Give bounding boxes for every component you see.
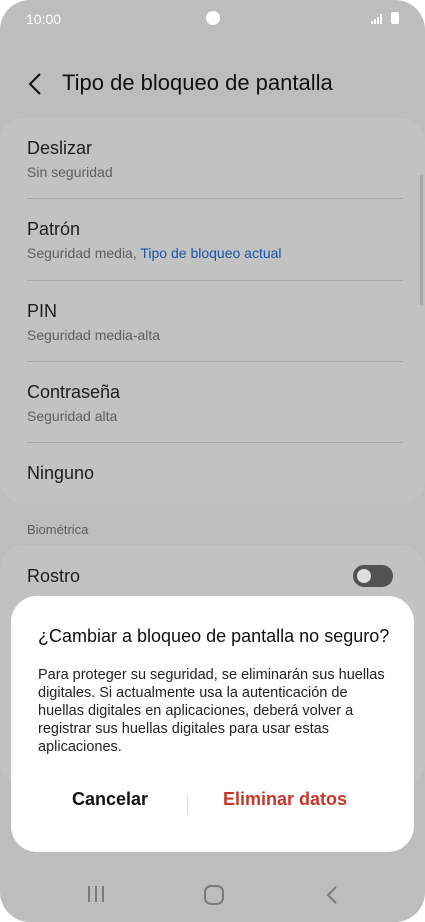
list-item-pin[interactable]: PIN Seguridad media-alta: [27, 281, 403, 361]
scrollbar[interactable]: [420, 175, 423, 305]
list-item-label: Deslizar: [27, 138, 93, 158]
toggle-knob: [357, 569, 371, 583]
status-time: 10:00: [26, 11, 62, 27]
app-header: Tipo de bloqueo de pantalla: [0, 62, 425, 106]
signal-icon: [371, 14, 382, 24]
lock-options-card: Deslizar Sin seguridad Patrón Seguridad …: [0, 118, 425, 504]
list-item-subtitle: Seguridad media, Tipo de bloqueo actual: [27, 245, 282, 261]
phone-screen: 10:00 Tipo de bloqueo de pantalla Desliz…: [0, 0, 425, 922]
current-lock-type-label: Tipo de bloqueo actual: [140, 245, 282, 261]
navigation-bar: [0, 860, 425, 922]
cancel-button[interactable]: Cancelar: [72, 789, 148, 810]
section-title-biometrics: Biométrica: [27, 522, 89, 537]
list-item-label: PIN: [27, 301, 58, 321]
list-item-subtitle: Seguridad media-alta: [27, 327, 161, 343]
dialog-title: ¿Cambiar a bloqueo de pantalla no seguro…: [38, 626, 390, 646]
list-item-subtitle: Sin seguridad: [27, 164, 113, 180]
list-item-subtitle: Seguridad alta: [27, 408, 118, 424]
dialog-message: Para proteger su seguridad, se eliminará…: [38, 667, 385, 755]
delete-data-button[interactable]: Eliminar datos: [223, 789, 347, 810]
status-bar: 10:00: [0, 0, 425, 38]
nav-back-icon[interactable]: [324, 884, 340, 906]
face-setting-label[interactable]: Rostro: [27, 566, 80, 587]
list-item-ninguno[interactable]: Ninguno: [27, 443, 403, 503]
home-icon[interactable]: [203, 884, 225, 906]
battery-icon: [391, 12, 399, 24]
page-title: Tipo de bloqueo de pantalla: [62, 70, 333, 95]
face-toggle[interactable]: [353, 565, 393, 587]
list-item-label: Ninguno: [27, 463, 95, 483]
button-divider: [187, 796, 188, 814]
front-camera: [206, 11, 220, 25]
recents-icon[interactable]: [86, 884, 106, 904]
list-item-label: Patrón: [27, 219, 81, 239]
list-item-deslizar[interactable]: Deslizar Sin seguridad: [27, 118, 403, 198]
confirm-dialog: ¿Cambiar a bloqueo de pantalla no seguro…: [11, 596, 414, 852]
back-arrow-icon[interactable]: [24, 70, 48, 98]
list-item-patron[interactable]: Patrón Seguridad media, Tipo de bloqueo …: [27, 199, 403, 279]
list-item-contrasena[interactable]: Contraseña Seguridad alta: [27, 362, 403, 442]
list-item-label: Contraseña: [27, 382, 121, 402]
